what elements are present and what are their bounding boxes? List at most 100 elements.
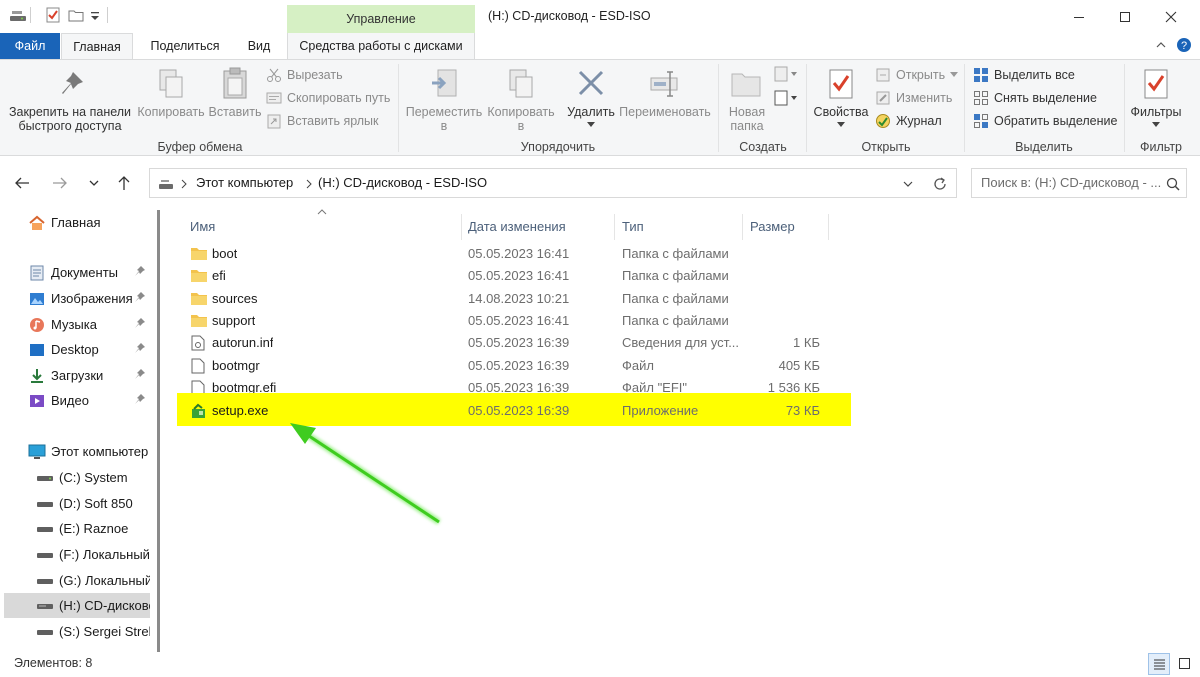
nav-home-label: Главная — [51, 215, 101, 230]
help-button[interactable]: ? — [1176, 37, 1192, 53]
file-row-bootmgr[interactable]: bootmgr 05.05.2023 16:39 Файл 405 КБ — [180, 355, 850, 377]
column-divider[interactable] — [614, 214, 615, 240]
drive-icon[interactable] — [9, 7, 26, 23]
tab-file[interactable]: Файл — [0, 33, 60, 59]
delete-x-icon — [578, 70, 604, 96]
cut-button[interactable]: Вырезать — [266, 66, 343, 84]
properties-label: Свойства — [813, 105, 869, 119]
invert-selection-button[interactable]: Обратить выделение — [973, 112, 1117, 130]
nav-drive-g[interactable]: (G:) Локальный — [0, 568, 150, 593]
paste-button[interactable]: Вставить — [207, 60, 263, 140]
large-icons-view-icon — [1179, 658, 1190, 669]
nav-downloads[interactable]: Загрузки — [0, 363, 150, 388]
pin-icon — [135, 266, 145, 276]
move-to-button[interactable]: Переместить в — [404, 60, 484, 140]
recent-locations-button[interactable] — [82, 173, 106, 193]
column-header-name[interactable]: Имя — [190, 214, 460, 240]
file-row-support[interactable]: support 05.05.2023 16:41 Папка с файлами — [180, 310, 850, 332]
nav-drive-c[interactable]: (C:) System — [0, 465, 150, 490]
new-item-button[interactable] — [774, 66, 798, 82]
search-box[interactable]: Поиск в: (H:) CD-дисковод - ... — [971, 168, 1187, 198]
nav-label: (F:) Локальный — [59, 547, 150, 562]
tab-share[interactable]: Поделиться — [140, 33, 230, 59]
column-divider[interactable] — [828, 214, 829, 240]
details-view-button[interactable] — [1148, 653, 1170, 675]
forward-button[interactable] — [48, 173, 72, 193]
nav-drive-e[interactable]: (E:) Raznoe — [0, 516, 150, 541]
collapse-ribbon-button[interactable] — [1154, 38, 1168, 52]
large-icons-view-button[interactable] — [1174, 653, 1196, 675]
easy-access-button[interactable] — [774, 90, 798, 106]
nav-pictures[interactable]: Изображения — [0, 286, 150, 311]
copy-path-button[interactable]: Скопировать путь — [266, 89, 390, 107]
item-count: Элементов: 8 — [14, 656, 93, 670]
open-button[interactable]: Открыть — [875, 66, 959, 84]
history-button[interactable]: Журнал — [875, 112, 942, 130]
dropdown-arrow-icon — [950, 72, 959, 77]
nav-this-pc[interactable]: Этот компьютер — [0, 439, 150, 464]
nav-music[interactable]: Музыка — [0, 312, 150, 337]
file-date: 05.05.2023 16:39 — [468, 335, 570, 350]
select-all-button[interactable]: Выделить все — [973, 66, 1075, 84]
up-button[interactable] — [112, 173, 136, 193]
navigation-pane: Главная Документы Изображения Музыка Des… — [0, 210, 165, 652]
open-label: Открыть — [896, 68, 946, 82]
column-header-date[interactable]: Дата изменения — [468, 214, 618, 240]
copy-to-button[interactable]: Копировать в — [484, 60, 558, 140]
column-header-size[interactable]: Размер — [750, 214, 830, 240]
file-row-autorun[interactable]: autorun.inf 05.05.2023 16:39 Сведения дл… — [180, 332, 850, 354]
delete-button[interactable]: Удалить — [563, 60, 619, 140]
back-button[interactable] — [10, 173, 34, 193]
cut-label: Вырезать — [287, 68, 343, 82]
qa-divider — [30, 7, 31, 23]
nav-drive-s[interactable]: (S:) Sergei Strele — [0, 619, 150, 644]
copy-path-label: Скопировать путь — [287, 91, 391, 105]
nav-drive-h[interactable]: (H:) CD-дисковод — [4, 593, 150, 618]
select-none-button[interactable]: Снять выделение — [973, 89, 1097, 107]
new-folder-button[interactable]: Новая папка — [722, 60, 772, 140]
minimize-button[interactable] — [1056, 0, 1102, 33]
new-folder-icon[interactable] — [68, 7, 84, 23]
file-size — [720, 243, 820, 265]
nav-videos[interactable]: Видео — [0, 388, 150, 413]
group-filter-label: Фильтр — [1140, 140, 1182, 154]
filters-button[interactable]: Фильтры — [1128, 60, 1184, 140]
address-box[interactable]: Этот компьютер (H:) CD-дисковод - ESD-IS… — [149, 168, 957, 198]
maximize-button[interactable] — [1102, 0, 1148, 33]
file-row-efi[interactable]: efi 05.05.2023 16:41 Папка с файлами — [180, 265, 850, 287]
file-row-sources[interactable]: sources 14.08.2023 10:21 Папка с файлами — [180, 288, 850, 310]
rename-button[interactable]: Переименовать — [617, 60, 713, 140]
edit-button[interactable]: Изменить — [875, 89, 952, 107]
pin-quick-access-button[interactable]: Закрепить на панели быстрого доступа — [5, 60, 135, 140]
customize-qa-icon[interactable] — [89, 7, 105, 23]
nav-drive-f[interactable]: (F:) Локальный — [0, 542, 150, 567]
nav-documents[interactable]: Документы — [0, 260, 150, 285]
file-date: 05.05.2023 16:39 — [468, 358, 570, 373]
desktop-icon — [28, 342, 46, 358]
column-divider[interactable] — [461, 214, 462, 240]
copy-path-icon — [266, 92, 282, 104]
column-header-type[interactable]: Тип — [622, 214, 742, 240]
file-row-boot[interactable]: boot 05.05.2023 16:41 Папка с файлами — [180, 243, 850, 265]
close-button[interactable] — [1148, 0, 1194, 33]
nav-home[interactable]: Главная — [0, 210, 150, 235]
paste-shortcut-button[interactable]: Вставить ярлык — [266, 112, 379, 130]
nav-label: (H:) CD-дисковод — [59, 598, 150, 613]
tab-home[interactable]: Главная — [61, 33, 133, 60]
nav-label: (C:) System — [59, 470, 128, 485]
properties-button[interactable]: Свойства — [810, 60, 872, 140]
file-size: 405 КБ — [778, 358, 820, 373]
tab-view[interactable]: Вид — [236, 33, 282, 59]
nav-scrollbar[interactable] — [157, 210, 160, 652]
breadcrumb-current[interactable]: (H:) CD-дисковод - ESD-ISO — [318, 175, 487, 190]
breadcrumb-this-pc[interactable]: Этот компьютер — [196, 175, 293, 190]
drive-icon — [36, 470, 54, 486]
nav-desktop[interactable]: Desktop — [0, 337, 150, 362]
column-divider[interactable] — [742, 214, 743, 240]
copy-button[interactable]: Копировать — [135, 60, 207, 140]
chevron-right-icon — [306, 179, 312, 189]
properties-check-icon[interactable] — [45, 7, 61, 23]
move-to-label-1: Переместить — [405, 105, 483, 119]
nav-drive-d[interactable]: (D:) Soft 850 — [0, 491, 150, 516]
tab-drive-tools[interactable]: Средства работы с дисками — [287, 33, 475, 60]
